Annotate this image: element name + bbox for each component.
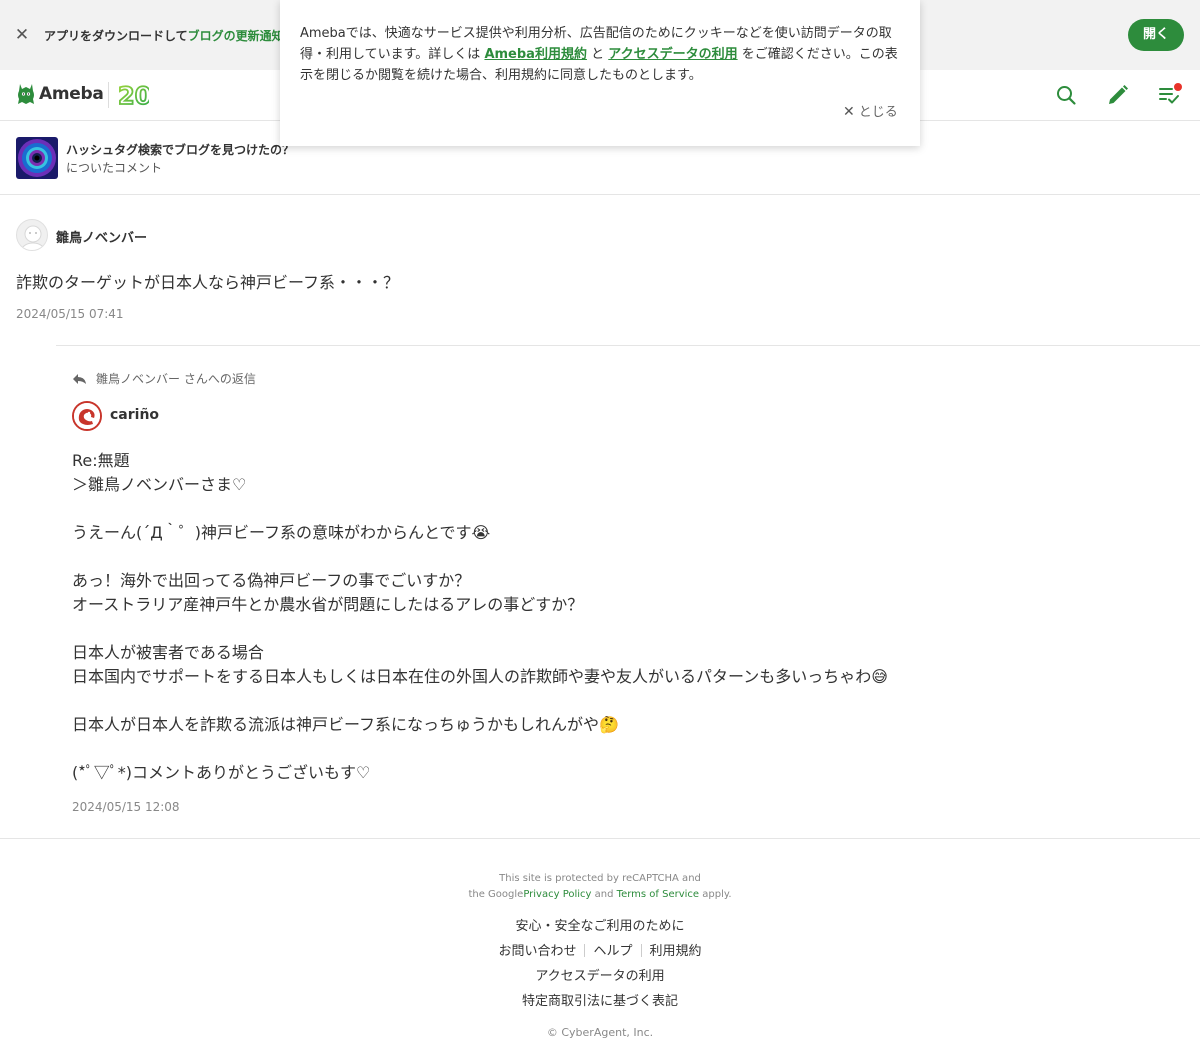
reply-author[interactable]: cariño xyxy=(110,407,159,423)
notification-badge xyxy=(1174,83,1182,91)
default-avatar-icon xyxy=(21,225,45,250)
terms-link[interactable]: 利用規約 xyxy=(650,944,702,959)
reply-to-label: 雛鳥ノベンバー さんへの返信 xyxy=(72,370,256,387)
access-data-footer-link[interactable]: アクセスデータの利用 xyxy=(535,969,664,984)
ameba-logo[interactable]: Ameba xyxy=(16,81,104,107)
pencil-icon[interactable] xyxy=(1106,83,1130,107)
ameba-terms-link[interactable]: Ameba利用規約 xyxy=(484,47,587,62)
entry-title: ハッシュタグ検索でブログを見つけたの？ xyxy=(66,143,295,157)
avatar[interactable] xyxy=(16,219,48,251)
divider xyxy=(56,345,1200,346)
entry-thumbnail xyxy=(16,137,58,179)
entry-subtitle: についたコメント xyxy=(66,161,163,175)
comment-date: 2024/05/15 07:41 xyxy=(16,307,124,321)
footer-links: 安心・安全なご利用のために お問い合わせ ヘルプ 利用規約 アクセスデータの利用 特… xyxy=(0,917,1200,1017)
banner-message: アプリをダウンロードしてブログの更新通知 xyxy=(44,29,284,43)
reply-arrow-icon xyxy=(73,373,86,384)
access-data-link[interactable]: アクセスデータの利用 xyxy=(608,47,737,62)
search-icon[interactable] xyxy=(1054,83,1078,107)
cookie-close-button[interactable]: ✕ とじる xyxy=(843,101,898,120)
close-icon: ✕ xyxy=(843,104,855,120)
avatar[interactable] xyxy=(72,401,102,431)
cookie-message: Amebaでは、快適なサービス提供や利用分析、広告配信のためにクッキーなどを使い… xyxy=(300,26,898,83)
logo-text: Ameba xyxy=(39,84,104,104)
logo-divider xyxy=(108,82,109,108)
reply-date: 2024/05/15 12:08 xyxy=(72,800,180,814)
commercial-law-link[interactable]: 特定商取引法に基づく表記 xyxy=(522,994,678,1009)
safety-link[interactable]: 安心・安全なご利用のために xyxy=(515,919,684,934)
recaptcha-notice: This site is protected by reCAPTCHA and … xyxy=(468,873,732,900)
close-icon[interactable]: ✕ xyxy=(12,25,32,45)
separator xyxy=(640,944,642,957)
cookie-notice: Amebaでは、快適なサービス提供や利用分析、広告配信のためにクッキーなどを使い… xyxy=(280,0,920,146)
contact-link[interactable]: お問い合わせ xyxy=(498,944,576,959)
svg-text:20: 20 xyxy=(118,82,149,108)
separator xyxy=(584,944,586,957)
privacy-policy-link[interactable]: Privacy Policy xyxy=(523,889,591,900)
open-app-button[interactable]: 開く xyxy=(1128,19,1184,51)
comment-author[interactable]: 雛鳥ノベンバー xyxy=(56,227,147,246)
help-link[interactable]: ヘルプ xyxy=(593,944,632,959)
copyright: © CyberAgent, Inc. xyxy=(546,1026,654,1039)
ameba-mascot-icon xyxy=(18,84,34,104)
terms-of-service-link[interactable]: Terms of Service xyxy=(617,889,699,900)
anniversary-20-logo: 20 xyxy=(117,81,149,108)
dragon-avatar-icon xyxy=(74,403,100,429)
divider xyxy=(0,838,1200,839)
comment-body: 詐欺のターゲットが日本人なら神戸ビーフ系・・・？ xyxy=(16,273,400,292)
reply-body: Re:無題 ＞雛鳥ノベンバーさま♡ うえーん(´Д｀゜)神戸ビーフ系の意味がわか… xyxy=(72,451,888,782)
